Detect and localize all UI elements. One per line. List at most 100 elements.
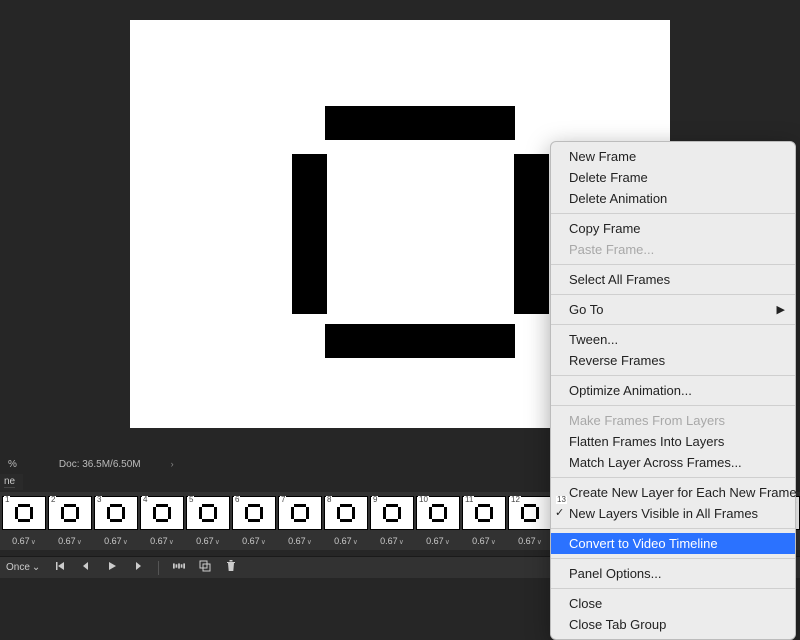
chevron-down-icon: ∨ [215, 539, 220, 546]
menu-separator [551, 477, 795, 478]
frame-preview[interactable]: 10 [416, 496, 460, 530]
menu-new-layers-visible[interactable]: ✓New Layers Visible in All Frames [551, 503, 795, 524]
frame-preview[interactable]: 3 [94, 496, 138, 530]
frame-number: 8 [326, 496, 332, 504]
frame-thumb[interactable]: 6 0.67∨ [232, 496, 276, 546]
frame-thumb[interactable]: 10 0.67∨ [416, 496, 460, 546]
frame-thumb[interactable]: 3 0.67∨ [94, 496, 138, 546]
frame-preview[interactable]: 1 [2, 496, 46, 530]
frame-delay[interactable]: 0.67∨ [104, 536, 128, 546]
frame-delay[interactable]: 0.67∨ [380, 536, 404, 546]
menu-create-new-layer-each-frame[interactable]: Create New Layer for Each New Frame [551, 482, 795, 503]
frame-preview[interactable]: 2 [48, 496, 92, 530]
submenu-arrow-icon: ▶ [777, 303, 785, 316]
menu-separator [551, 294, 795, 295]
menu-separator [551, 528, 795, 529]
frame-delay[interactable]: 0.67∨ [426, 536, 450, 546]
frame-preview[interactable]: 5 [186, 496, 230, 530]
chevron-down-icon: ∨ [445, 539, 450, 546]
menu-copy-frame[interactable]: Copy Frame [551, 218, 795, 239]
timeline-tab-label: ne [4, 476, 15, 488]
menu-new-frame[interactable]: New Frame [551, 146, 795, 167]
frame-thumb[interactable]: 1 0.67∨ [2, 496, 46, 546]
prev-frame-icon[interactable] [80, 560, 92, 575]
chevron-down-icon: ∨ [261, 539, 266, 546]
chevron-down-icon: ⌄ [32, 562, 40, 573]
tween-icon[interactable] [173, 560, 185, 575]
frame-thumb[interactable]: 12 0.67∨ [508, 496, 552, 546]
first-frame-icon[interactable] [54, 560, 66, 575]
loop-selector[interactable]: Once ⌄ [6, 562, 40, 573]
frame-delay[interactable]: 0.67∨ [288, 536, 312, 546]
menu-make-frames-from-layers: Make Frames From Layers [551, 410, 795, 431]
frame-preview[interactable]: 7 [278, 496, 322, 530]
menu-separator [551, 588, 795, 589]
frame-artwork [247, 506, 261, 520]
chevron-down-icon: ∨ [307, 539, 312, 546]
menu-close[interactable]: Close [551, 593, 795, 614]
artwork-segment-bottom [325, 324, 515, 358]
frame-delay[interactable]: 0.67∨ [58, 536, 82, 546]
menu-separator [551, 405, 795, 406]
menu-reverse-frames[interactable]: Reverse Frames [551, 350, 795, 371]
timeline-tab[interactable]: ne [0, 474, 23, 490]
delete-frame-icon[interactable] [225, 560, 237, 575]
check-icon: ✓ [555, 506, 564, 519]
frame-artwork [431, 506, 445, 520]
frame-number: 7 [280, 496, 286, 504]
frame-delay[interactable]: 0.67∨ [242, 536, 266, 546]
play-icon[interactable] [106, 560, 118, 575]
frame-number: 1 [4, 496, 10, 504]
loop-label: Once [6, 562, 30, 573]
frame-thumb[interactable]: 11 0.67∨ [462, 496, 506, 546]
frame-artwork [155, 506, 169, 520]
menu-close-tab-group[interactable]: Close Tab Group [551, 614, 795, 635]
frame-thumb[interactable]: 7 0.67∨ [278, 496, 322, 546]
frame-number: 13 [556, 496, 567, 504]
zoom-level[interactable]: % [8, 459, 17, 470]
chevron-down-icon: ∨ [31, 539, 36, 546]
frame-thumb[interactable]: 2 0.67∨ [48, 496, 92, 546]
frame-number: 12 [510, 496, 521, 504]
chevron-down-icon: ∨ [353, 539, 358, 546]
menu-convert-video-timeline[interactable]: Convert to Video Timeline [551, 533, 795, 554]
frame-number: 5 [188, 496, 194, 504]
chevron-down-icon: ∨ [169, 539, 174, 546]
duplicate-frame-icon[interactable] [199, 560, 211, 575]
frame-delay[interactable]: 0.67∨ [472, 536, 496, 546]
frame-thumb[interactable]: 9 0.67∨ [370, 496, 414, 546]
chevron-down-icon: ∨ [537, 539, 542, 546]
menu-match-layer[interactable]: Match Layer Across Frames... [551, 452, 795, 473]
status-chevron-icon[interactable]: › [171, 459, 174, 469]
menu-panel-options[interactable]: Panel Options... [551, 563, 795, 584]
frame-artwork [477, 506, 491, 520]
frame-thumb[interactable]: 8 0.67∨ [324, 496, 368, 546]
frame-delay[interactable]: 0.67∨ [150, 536, 174, 546]
frame-preview[interactable]: 4 [140, 496, 184, 530]
frame-delay[interactable]: 0.67∨ [518, 536, 542, 546]
frame-delay[interactable]: 0.67∨ [12, 536, 36, 546]
menu-go-to[interactable]: Go To▶ [551, 299, 795, 320]
frame-thumb[interactable]: 5 0.67∨ [186, 496, 230, 546]
frame-preview[interactable]: 6 [232, 496, 276, 530]
menu-delete-animation[interactable]: Delete Animation [551, 188, 795, 209]
frame-preview[interactable]: 9 [370, 496, 414, 530]
frame-artwork [17, 506, 31, 520]
menu-tween[interactable]: Tween... [551, 329, 795, 350]
menu-optimize-animation[interactable]: Optimize Animation... [551, 380, 795, 401]
menu-delete-frame[interactable]: Delete Frame [551, 167, 795, 188]
menu-flatten-frames[interactable]: Flatten Frames Into Layers [551, 431, 795, 452]
frame-delay[interactable]: 0.67∨ [196, 536, 220, 546]
frame-preview[interactable]: 12 [508, 496, 552, 530]
menu-separator [551, 375, 795, 376]
frame-number: 3 [96, 496, 102, 504]
frame-artwork [63, 506, 77, 520]
menu-select-all-frames[interactable]: Select All Frames [551, 269, 795, 290]
divider [158, 561, 159, 575]
frame-preview[interactable]: 11 [462, 496, 506, 530]
frame-delay[interactable]: 0.67∨ [334, 536, 358, 546]
frame-thumb[interactable]: 4 0.67∨ [140, 496, 184, 546]
chevron-down-icon: ∨ [399, 539, 404, 546]
next-frame-icon[interactable] [132, 560, 144, 575]
frame-preview[interactable]: 8 [324, 496, 368, 530]
